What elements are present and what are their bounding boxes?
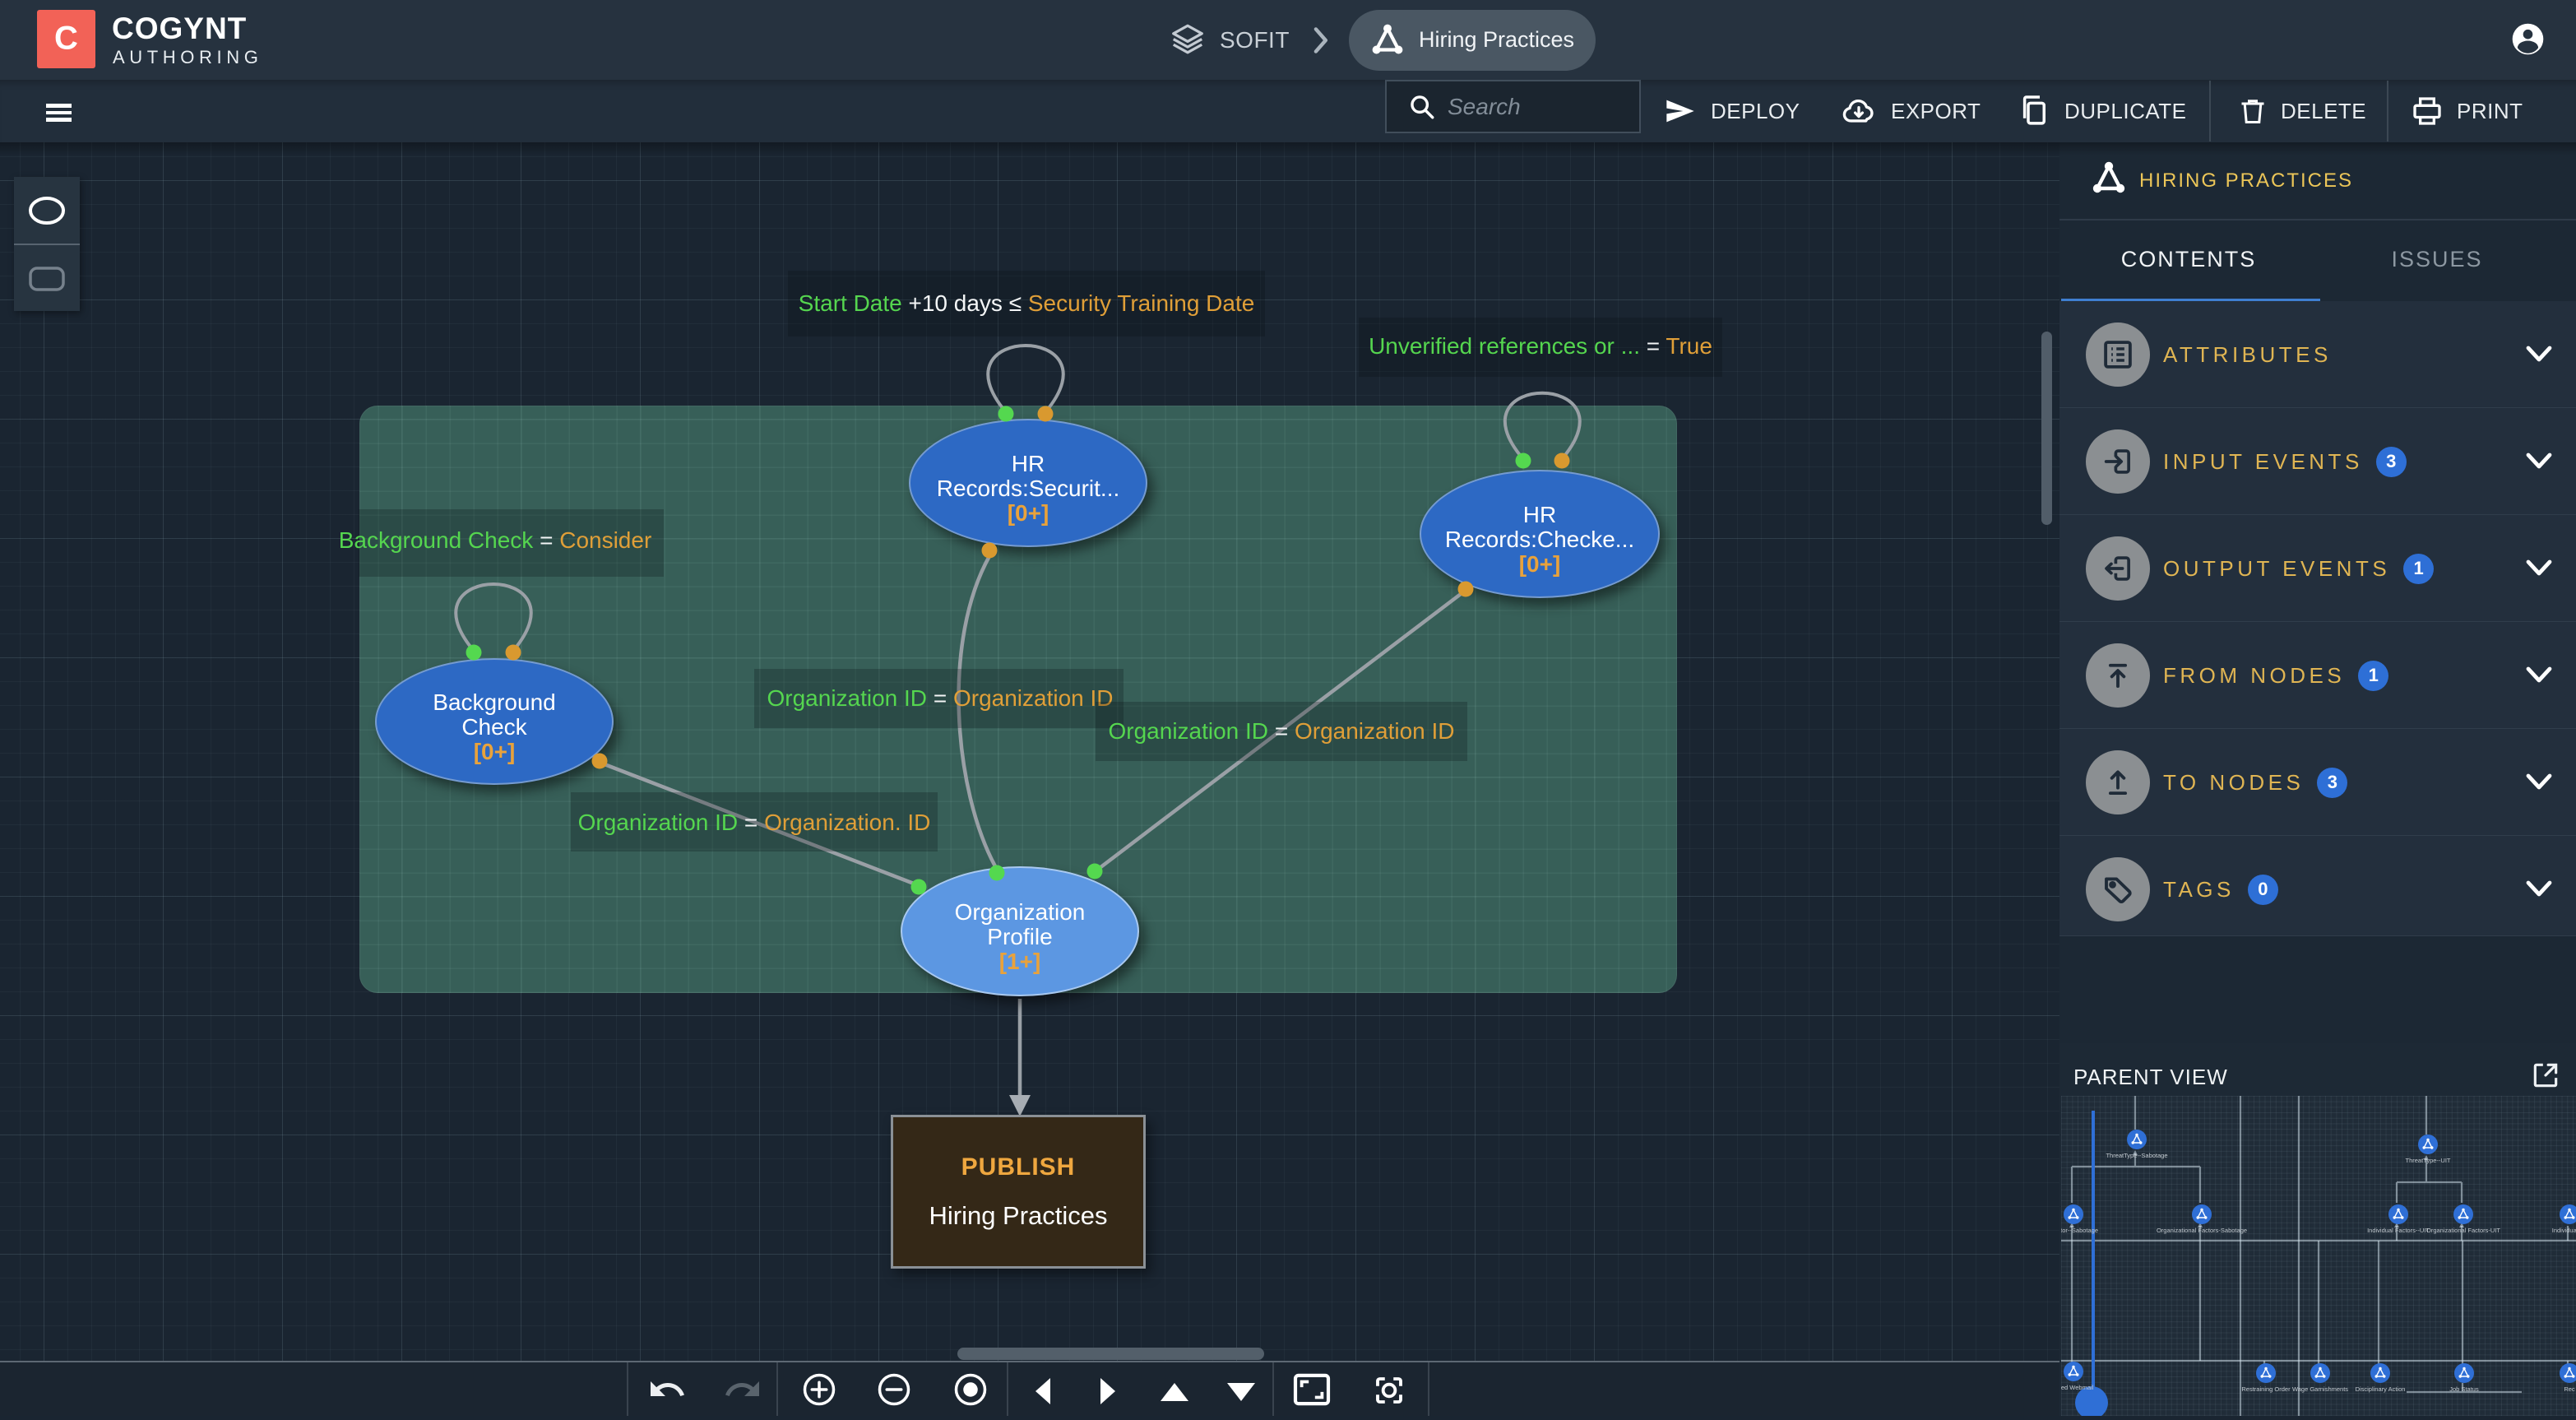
svg-text:Individual Fa: Individual Fa: [2552, 1227, 2576, 1234]
svg-text:Organizational Factors-UIT: Organizational Factors-UIT: [2426, 1227, 2500, 1234]
svg-text:Job Status: Job Status: [2449, 1385, 2479, 1393]
svg-text:Organizational Factors-Sabotag: Organizational Factors-Sabotage: [2157, 1227, 2247, 1234]
svg-text:listed Webmail: listed Webmail: [2061, 1384, 2094, 1391]
svg-text:Individual Factors--UIT: Individual Factors--UIT: [2367, 1227, 2430, 1234]
svg-text:ThreatType--UIT: ThreatType--UIT: [2405, 1157, 2450, 1164]
svg-text:Disciplinary Action: Disciplinary Action: [2356, 1385, 2406, 1393]
svg-text:lFactor--Sabotage: lFactor--Sabotage: [2061, 1227, 2098, 1234]
svg-text:ThreatType--Sabotage: ThreatType--Sabotage: [2106, 1152, 2167, 1159]
svg-text:Restraining Order: Restraining Order: [2241, 1385, 2291, 1393]
svg-text:Wage Garnishments: Wage Garnishments: [2292, 1385, 2348, 1393]
svg-text:Rec: Rec: [2564, 1385, 2575, 1393]
